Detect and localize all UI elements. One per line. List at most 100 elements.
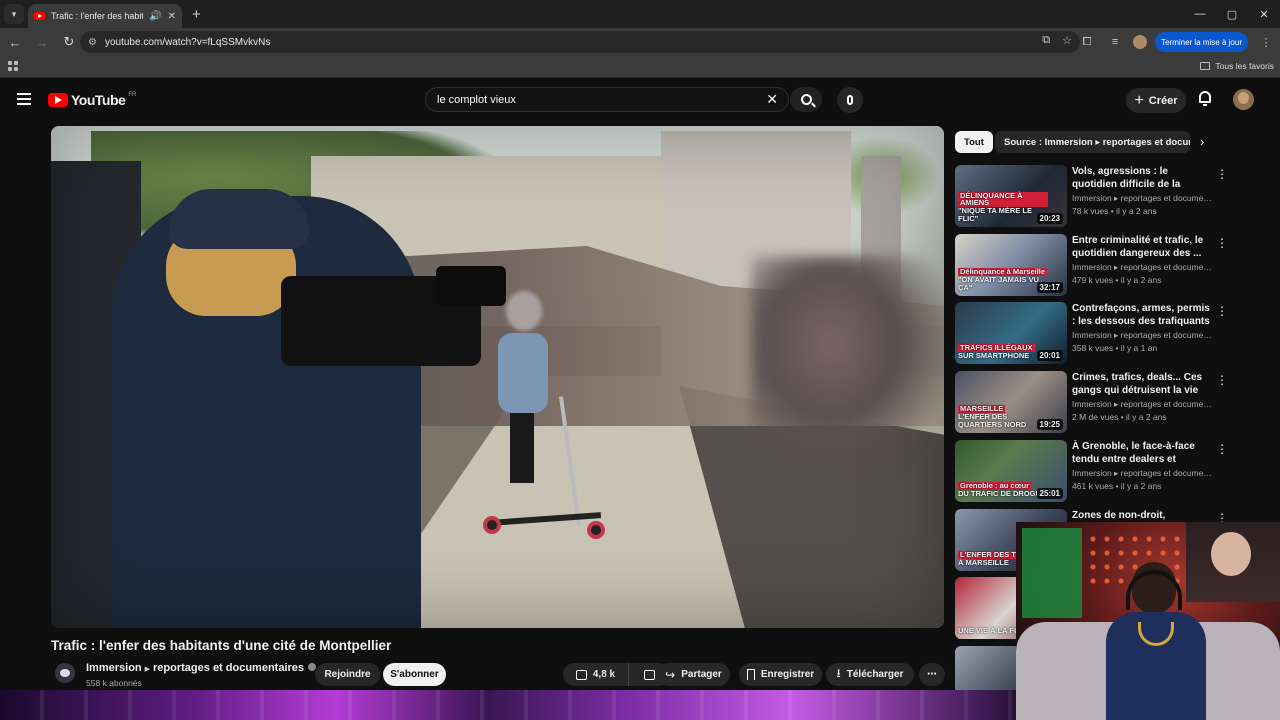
apps-grid-icon[interactable] <box>8 61 18 71</box>
recommendation-item[interactable]: MARSEILLE L'ENFER DES QUARTIERS NORD 19:… <box>955 371 1228 433</box>
account-avatar[interactable] <box>1233 89 1254 110</box>
recommendation-item[interactable]: TRAFICS ILLÉGAUX SUR SMARTPHONE 20:01 Co… <box>955 302 1228 364</box>
chip-source[interactable]: Source : Immersion ▸ reportages et docum… <box>995 131 1190 153</box>
subscribe-button[interactable]: S'abonner <box>383 663 446 686</box>
recommendation-meta: 358 k vues • il y a 1 an <box>1072 343 1158 353</box>
new-tab-button[interactable]: + <box>192 6 201 23</box>
recommendation-title[interactable]: Entre criminalité et trafic, le quotidie… <box>1072 234 1210 260</box>
hamburger-menu-icon[interactable] <box>17 93 31 105</box>
search-button[interactable] <box>790 87 822 112</box>
more-options-icon[interactable]: ⋮ <box>1216 236 1228 250</box>
filter-chips: Tout Source : Immersion ▸ reportages et … <box>955 131 1225 153</box>
more-options-icon[interactable]: ⋮ <box>1216 373 1228 387</box>
maximize-icon[interactable]: ▢ <box>1216 0 1248 28</box>
chevron-right-icon[interactable]: › <box>1200 134 1204 149</box>
logo-text: YouTube <box>71 92 126 108</box>
more-options-icon[interactable]: ⋮ <box>1216 442 1228 456</box>
thumbnail-caption-text: "NIQUE TA MÈRE LE FLIC" <box>958 206 1032 224</box>
recommendation-channel[interactable]: Immersion ▸ reportages et documentair... <box>1072 399 1212 410</box>
thumbnail-caption: TRAFICS ILLÉGAUX SUR SMARTPHONE <box>958 344 1035 360</box>
video-duration: 19:25 <box>1036 419 1063 430</box>
recommendation-meta: 78 k vues • il y a 2 ans <box>1072 206 1157 216</box>
back-icon[interactable]: ← <box>3 30 27 54</box>
recommendation-thumbnail[interactable]: Grenoble : au cœur DU TRAFIC DE DROGUE 2… <box>955 440 1067 502</box>
close-tab-icon[interactable]: ✕ <box>168 11 176 22</box>
more-actions-button[interactable]: ⋯ <box>919 663 945 686</box>
thumbnail-caption: MARSEILLE L'ENFER DES QUARTIERS NORD <box>958 405 1048 429</box>
profile-avatar[interactable] <box>1133 35 1148 49</box>
webcam-streamer <box>1106 562 1206 720</box>
recommendation-channel[interactable]: Immersion ▸ reportages et documentair... <box>1072 193 1212 204</box>
tab-search-button[interactable]: ▾ <box>4 4 24 24</box>
recommendation-thumbnail[interactable]: MARSEILLE L'ENFER DES QUARTIERS NORD 19:… <box>955 371 1067 433</box>
forward-icon[interactable]: → <box>30 30 54 54</box>
recommendation-thumbnail[interactable]: DÉLINQUANCE À AMIENS "NIQUE TA MÈRE LE F… <box>955 165 1067 227</box>
share-label: Partager <box>681 669 722 680</box>
kebab-menu-icon[interactable]: ⋮ <box>1256 36 1276 49</box>
save-button[interactable]: Enregistrer <box>739 663 822 686</box>
join-button[interactable]: Rejoindre <box>315 663 380 686</box>
recommendation-title[interactable]: À Grenoble, le face-à-face tendu entre d… <box>1072 440 1210 466</box>
update-button[interactable]: Terminer la mise à jour <box>1155 32 1248 52</box>
browser-toolbar: ← → ↻ ⚙ youtube.com/watch?v=fLqSSMvkvNs … <box>0 28 1280 56</box>
bookmarks-bar: Tous les favoris <box>0 56 1280 78</box>
stream-overlay-strip <box>0 690 1016 720</box>
search-input[interactable]: le complot vieux ✕ <box>425 87 789 112</box>
thumbnail-caption-text: L'ENFER DES QUARTIERS NORD <box>958 412 1027 430</box>
voice-search-button[interactable] <box>837 87 863 113</box>
minimize-icon[interactable]: — <box>1184 0 1216 28</box>
like-button[interactable]: 4,8 k <box>563 663 629 686</box>
recommendation-channel[interactable]: Immersion ▸ reportages et documentair... <box>1072 468 1212 479</box>
search-icon <box>800 94 812 105</box>
recommendation-title[interactable]: Contrefaçons, armes, permis : les dessou… <box>1072 302 1210 328</box>
extensions-icon[interactable]: ⧠ <box>1077 36 1097 49</box>
youtube-favicon-icon <box>34 12 45 20</box>
channel-avatar[interactable] <box>55 663 75 683</box>
microphone-icon <box>847 95 853 105</box>
close-window-icon[interactable]: ✕ <box>1248 0 1280 28</box>
speaker-icon[interactable]: 🔊 <box>149 11 161 22</box>
clear-search-icon[interactable]: ✕ <box>766 91 778 108</box>
recommendation-title[interactable]: Crimes, trafics, deals... Ces gangs qui … <box>1072 371 1210 397</box>
install-icon[interactable]: ⧉ <box>1042 34 1050 47</box>
recommendation-item[interactable]: Grenoble : au cœur DU TRAFIC DE DROGUE 2… <box>955 440 1228 502</box>
like-count: 4,8 k <box>592 669 616 680</box>
video-player[interactable] <box>51 126 944 628</box>
youtube-logo[interactable]: YouTube FR <box>48 92 136 108</box>
thumbnail-caption: Délinquance à Marseille "ON AVAIT JAMAIS… <box>958 268 1048 292</box>
more-options-icon[interactable]: ⋮ <box>1216 167 1228 181</box>
video-duration: 25:01 <box>1036 488 1063 499</box>
video-frame-vignette <box>51 126 944 628</box>
search-value: le complot vieux <box>437 93 516 106</box>
recommendation-channel[interactable]: Immersion ▸ reportages et documentair... <box>1072 330 1212 341</box>
folder-icon <box>1200 62 1211 70</box>
channel-name[interactable]: Immersion ▶ reportages et documentaires <box>86 662 317 674</box>
address-bar[interactable]: ⚙ youtube.com/watch?v=fLqSSMvkvNs ⧉ ☆ <box>80 31 1080 53</box>
thumbs-up-icon <box>575 669 587 680</box>
create-button[interactable]: + Créer <box>1126 88 1186 113</box>
share-button[interactable]: ↪ Partager <box>657 663 730 686</box>
video-title: Trafic : l'enfer des habitants d'une cit… <box>51 638 392 653</box>
site-info-icon[interactable]: ⚙ <box>88 37 97 48</box>
recommendation-item[interactable]: DÉLINQUANCE À AMIENS "NIQUE TA MÈRE LE F… <box>955 165 1228 227</box>
subscriber-count: 558 k abonnés <box>86 678 142 688</box>
reload-icon[interactable]: ↻ <box>57 30 81 54</box>
create-label: Créer <box>1148 94 1178 107</box>
recommendation-thumbnail[interactable]: Délinquance à Marseille "ON AVAIT JAMAIS… <box>955 234 1067 296</box>
bookmark-star-icon[interactable]: ☆ <box>1062 34 1072 47</box>
browser-tab-active[interactable]: Trafic : l'enfer des habitants 🔊 ✕ <box>28 4 182 28</box>
notifications-bell-icon[interactable] <box>1198 91 1212 107</box>
chip-all[interactable]: Tout <box>955 131 993 153</box>
reading-list-icon[interactable]: ≡ <box>1105 36 1125 48</box>
like-dislike-group: 4,8 k <box>563 663 670 686</box>
recommendation-thumbnail[interactable]: TRAFICS ILLÉGAUX SUR SMARTPHONE 20:01 <box>955 302 1067 364</box>
recommendation-title[interactable]: Vols, agressions : le quotidien difficil… <box>1072 165 1210 191</box>
channel-name-suffix: reportages et documentaires <box>153 662 305 674</box>
more-options-icon[interactable]: ⋮ <box>1216 304 1228 318</box>
download-button[interactable]: ⭳ Télécharger <box>826 663 914 686</box>
webcam-overlay <box>1016 522 1280 720</box>
recommendation-channel[interactable]: Immersion ▸ reportages et documentair... <box>1072 262 1212 273</box>
all-bookmarks-button[interactable]: Tous les favoris <box>1200 61 1274 71</box>
thumbnail-caption: L'ENFER DES T À MARSEILLE <box>958 551 1018 567</box>
recommendation-item[interactable]: Délinquance à Marseille "ON AVAIT JAMAIS… <box>955 234 1228 296</box>
